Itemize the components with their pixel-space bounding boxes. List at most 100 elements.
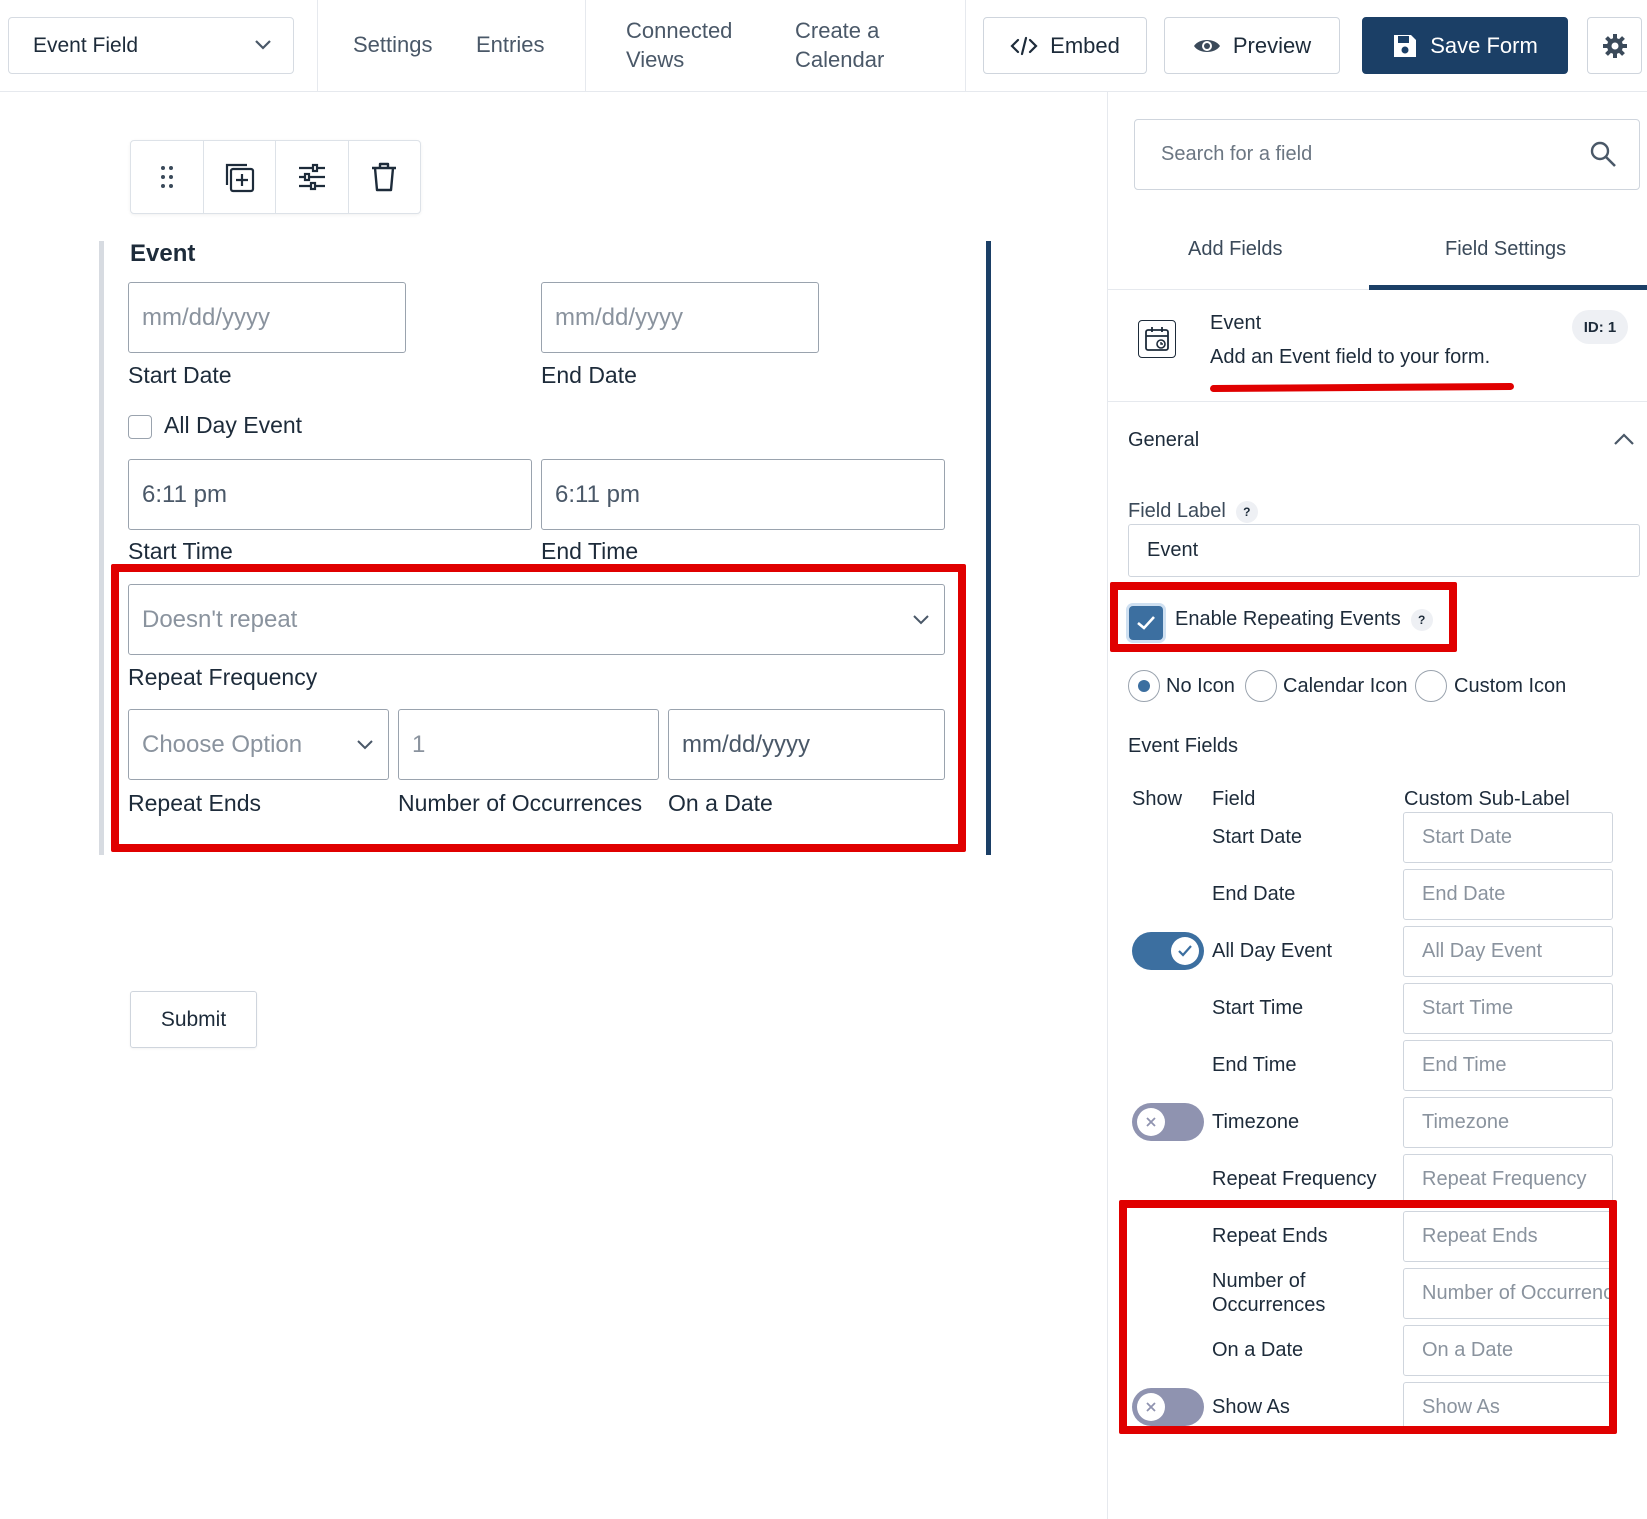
end-date-sublabel: End Date (541, 362, 637, 388)
field-info-description: Add an Event field to your form. (1210, 346, 1491, 368)
row-sublabel-placeholder: End Date (1422, 883, 1506, 905)
start-time-input[interactable]: 6:11 pm (128, 459, 532, 530)
eye-icon (1193, 39, 1220, 52)
drag-handle[interactable] (131, 141, 204, 213)
radio-custom-icon-label: Custom Icon (1454, 675, 1567, 697)
calendar-event-icon (1138, 320, 1176, 358)
tab-field-settings[interactable]: Field Settings (1445, 238, 1566, 261)
chevron-down-icon (255, 40, 271, 50)
row-sublabel-placeholder: Repeat Frequency (1422, 1168, 1587, 1190)
field-toolbar (130, 140, 421, 214)
row-sublabel-input[interactable]: Timezone (1403, 1097, 1613, 1148)
end-date-placeholder: mm/dd/yyyy (555, 303, 684, 331)
submit-label: Submit (160, 1007, 227, 1031)
highlight-box-repeat-rows (1119, 1200, 1617, 1434)
end-time-value: 6:11 pm (555, 480, 640, 508)
divider (317, 0, 318, 92)
show-toggle[interactable] (1132, 932, 1204, 970)
show-toggle[interactable] (1132, 1103, 1204, 1141)
top-bar: Event Field Settings Entries Connected V… (0, 0, 1647, 92)
start-date-placeholder: mm/dd/yyyy (142, 303, 271, 331)
radio-custom-icon[interactable] (1415, 670, 1447, 702)
embed-label: Embed (1050, 32, 1120, 58)
field-info-panel: Event Add an Event field to your form. I… (1108, 290, 1647, 402)
nav-create-calendar-line1: Create a (795, 18, 880, 43)
row-sublabel-placeholder: Start Time (1422, 997, 1514, 1019)
nav-create-calendar-line2: Calendar (795, 47, 885, 72)
nav-connected-views[interactable]: Connected Views (626, 16, 732, 74)
field-label-heading: Field Label? (1128, 500, 1258, 523)
row-field-name: Repeat Frequency (1212, 1168, 1377, 1190)
event-fields-title: Event Fields (1128, 735, 1239, 757)
end-date-input[interactable]: mm/dd/yyyy (541, 282, 819, 353)
delete-field-button[interactable] (349, 141, 421, 213)
row-sublabel-placeholder: Start Date (1422, 826, 1513, 848)
row-field-name: Start Date (1212, 826, 1303, 848)
field-rail-active (986, 241, 991, 855)
preview-label: Preview (1232, 32, 1312, 58)
row-sublabel-input[interactable]: Start Date (1403, 812, 1613, 863)
column-custom-sublabel: Custom Sub-Label (1404, 788, 1570, 810)
row-sublabel-input[interactable]: Start Time (1403, 983, 1613, 1034)
tab-add-fields[interactable]: Add Fields (1188, 238, 1283, 261)
start-time-value: 6:11 pm (142, 480, 227, 508)
field-options-button[interactable] (276, 141, 349, 213)
column-show: Show (1132, 788, 1183, 810)
field-title: Event (130, 240, 196, 267)
divider (965, 0, 966, 92)
duplicate-field-button[interactable] (204, 141, 276, 213)
row-sublabel-placeholder: Timezone (1422, 1111, 1510, 1133)
highlight-box-repeat-fields (111, 564, 966, 852)
duplicate-icon (226, 163, 255, 193)
row-sublabel-input[interactable]: End Date (1403, 869, 1613, 920)
field-label-input[interactable]: Event (1128, 524, 1640, 577)
row-sublabel-input[interactable]: Repeat Frequency (1403, 1154, 1613, 1205)
radio-calendar-icon[interactable] (1245, 670, 1277, 702)
nav-settings[interactable]: Settings (353, 30, 433, 59)
x-icon (1137, 1108, 1165, 1136)
all-day-label: All Day Event (164, 412, 303, 438)
start-date-sublabel: Start Date (128, 362, 232, 388)
row-field-name: All Day Event (1212, 940, 1333, 962)
search-icon (1590, 141, 1616, 167)
highlight-underline (1209, 382, 1515, 393)
nav-connected-views-line1: Connected (626, 18, 733, 43)
row-field-name: End Date (1212, 883, 1296, 905)
form-select-dropdown[interactable]: Event Field (8, 17, 294, 74)
start-date-input[interactable]: mm/dd/yyyy (128, 282, 406, 353)
settings-gear-button[interactable] (1587, 17, 1642, 74)
nav-create-calendar[interactable]: Create a Calendar (795, 16, 884, 74)
field-id-badge: ID: 1 (1572, 310, 1628, 344)
help-icon[interactable]: ? (1235, 500, 1258, 523)
check-icon (1171, 937, 1199, 965)
radio-no-icon[interactable] (1128, 670, 1160, 702)
nav-entries[interactable]: Entries (476, 30, 544, 59)
highlight-box-enable-repeating (1110, 582, 1457, 652)
field-search-input[interactable]: Search for a field (1134, 119, 1640, 190)
row-sublabel-placeholder: All Day Event (1422, 940, 1543, 962)
save-form-label: Save Form (1430, 32, 1538, 58)
row-sublabel-input[interactable]: End Time (1403, 1040, 1613, 1091)
drag-dots-icon (160, 166, 173, 188)
radio-no-icon-label: No Icon (1166, 675, 1235, 697)
all-day-checkbox[interactable] (128, 415, 152, 439)
end-time-sublabel: End Time (541, 538, 639, 564)
chevron-up-icon[interactable] (1613, 432, 1635, 446)
general-section-title[interactable]: General (1128, 429, 1199, 452)
row-field-name: Timezone (1212, 1111, 1300, 1133)
gear-icon (1602, 33, 1627, 58)
field-info-title: Event (1210, 312, 1262, 334)
sliders-icon (298, 163, 325, 191)
end-time-input[interactable]: 6:11 pm (541, 459, 945, 530)
search-placeholder: Search for a field (1161, 143, 1313, 165)
trash-icon (372, 162, 397, 192)
row-sublabel-input[interactable]: All Day Event (1403, 926, 1613, 977)
start-time-sublabel: Start Time (128, 538, 233, 564)
form-select-value: Event Field (33, 33, 139, 57)
save-form-button[interactable]: Save Form (1362, 17, 1568, 74)
row-sublabel-placeholder: End Time (1422, 1054, 1507, 1076)
embed-button[interactable]: Embed (983, 17, 1147, 74)
preview-button[interactable]: Preview (1164, 17, 1340, 74)
submit-button[interactable]: Submit (130, 991, 257, 1048)
field-label-title: Field Label (1128, 500, 1226, 522)
